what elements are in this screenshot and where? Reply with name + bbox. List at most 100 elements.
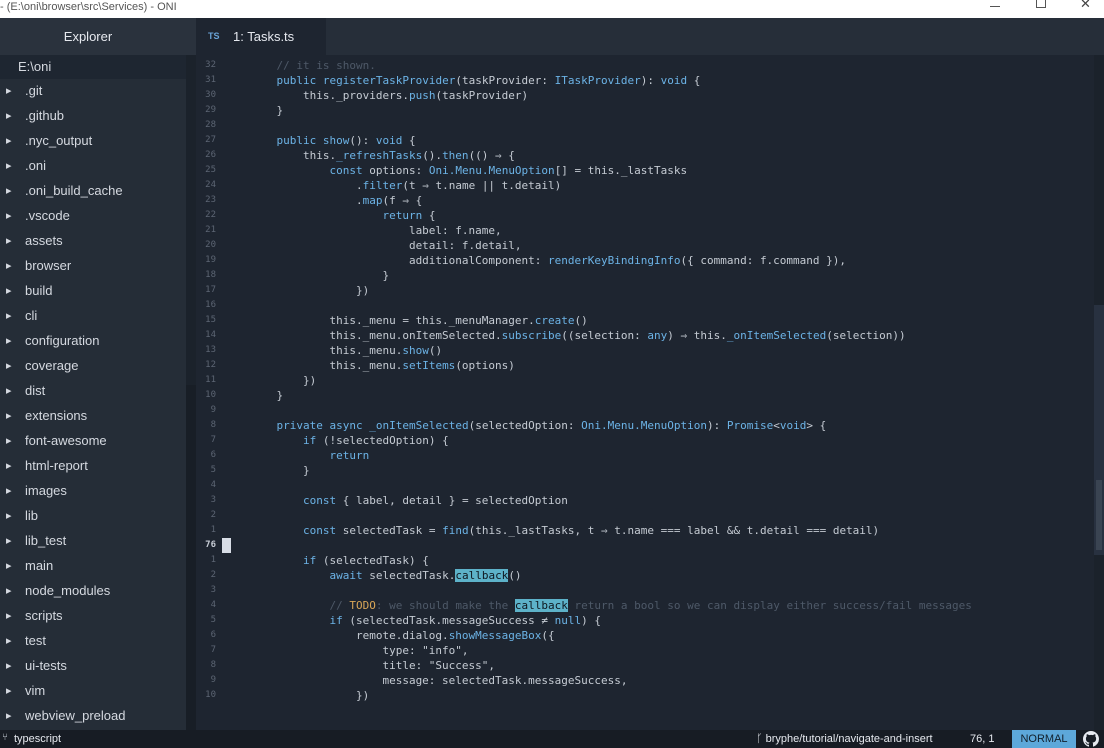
code-line[interactable]: 29 } (196, 103, 1094, 118)
explorer-sidebar: Explorer E:\oni ▸ .git ▸ .github ▸ .nyc_outpu… (0, 18, 196, 730)
code-line[interactable]: 24 .filter(t ⇒ t.name || t.detail) (196, 178, 1094, 193)
folder-item[interactable]: ▸ images (0, 479, 186, 504)
folder-label: .git (25, 83, 43, 98)
minimize-button[interactable] (972, 0, 1018, 18)
code-line[interactable]: 5 if (selectedTask.messageSuccess ≠ null… (196, 613, 1094, 628)
code-line[interactable]: 30 this._providers.push(taskProvider) (196, 88, 1094, 103)
tree-root-item[interactable]: E:\oni (0, 55, 186, 79)
code-line[interactable]: 6 remote.dialog.showMessageBox({ (196, 628, 1094, 643)
sidebar-scrollbar[interactable] (186, 55, 196, 730)
code-line[interactable]: 28 (196, 118, 1094, 133)
code-line[interactable]: 17 }) (196, 283, 1094, 298)
chevron-right-icon: ▸ (6, 109, 12, 122)
code-text: }) (250, 374, 317, 387)
folder-item[interactable]: ▸ .oni_build_cache (0, 179, 186, 204)
folder-item[interactable]: ▸ webview_preload (0, 704, 186, 729)
folder-item[interactable]: ▸ cli (0, 304, 186, 329)
code-line[interactable]: 12 this._menu.setItems(options) (196, 358, 1094, 373)
line-number: 8 (210, 660, 216, 670)
line-number: 9 (210, 675, 216, 685)
folder-item[interactable]: ▸ test (0, 629, 186, 654)
code-line[interactable]: 2 await selectedTask.callback() (196, 568, 1094, 583)
cursor-position: 76, 1 (970, 733, 995, 745)
code-line[interactable]: 13 this._menu.show() (196, 343, 1094, 358)
folder-item[interactable]: ▸ lib_test (0, 529, 186, 554)
folder-item[interactable]: ▸ coverage (0, 354, 186, 379)
code-line[interactable]: 27 public show(): void { (196, 133, 1094, 148)
folder-label: node_modules (25, 583, 111, 598)
code-line[interactable]: 19 additionalComponent: renderKeyBinding… (196, 253, 1094, 268)
close-button[interactable]: ✕ (1064, 0, 1104, 18)
code-line[interactable]: 14 this._menu.onItemSelected.subscribe((… (196, 328, 1094, 343)
folder-item[interactable]: ▸ dist (0, 379, 186, 404)
current-code-line[interactable]: 76 (196, 538, 1094, 553)
folder-item[interactable]: ▸ .nyc_output (0, 129, 186, 154)
folder-item[interactable]: ▸ build (0, 279, 186, 304)
code-line[interactable]: 23 .map(f ⇒ { (196, 193, 1094, 208)
editor-scrollbar[interactable] (1094, 55, 1104, 730)
code-line[interactable]: 1 const selectedTask = find(this._lastTa… (196, 523, 1094, 538)
folder-item[interactable]: ▸ lib (0, 504, 186, 529)
chevron-right-icon: ▸ (6, 659, 12, 672)
code-text: this._menu.onItemSelected.subscribe((sel… (250, 329, 906, 342)
code-line[interactable]: 7 type: "info", (196, 643, 1094, 658)
folder-label: cli (25, 308, 38, 323)
folder-item[interactable]: ▸ main (0, 554, 186, 579)
code-line[interactable]: 8 private async _onItemSelected(selected… (196, 418, 1094, 433)
line-number: 29 (205, 105, 216, 115)
git-branch-label[interactable]: ᚴ bryphe/tutorial/navigate-and-insert (756, 733, 933, 745)
maximize-button[interactable] (1018, 0, 1064, 18)
code-line[interactable]: 22 return { (196, 208, 1094, 223)
code-line[interactable]: 2 (196, 508, 1094, 523)
code-line[interactable]: 15 this._menu = this._menuManager.create… (196, 313, 1094, 328)
code-line[interactable]: 9 message: selectedTask.messageSuccess, (196, 673, 1094, 688)
folder-item[interactable]: ▸ vim (0, 679, 186, 704)
chevron-right-icon: ▸ (6, 559, 12, 572)
code-line[interactable]: 21 label: f.name, (196, 223, 1094, 238)
folder-item[interactable]: ▸ browser (0, 254, 186, 279)
tab-tasks-ts[interactable]: TS 1: Tasks.ts (196, 18, 326, 55)
folder-item[interactable]: ▸ font-awesome (0, 429, 186, 454)
folder-item[interactable]: ▸ html-report (0, 454, 186, 479)
code-line[interactable]: 6 return (196, 448, 1094, 463)
code-line[interactable]: 7 if (!selectedOption) { (196, 433, 1094, 448)
sidebar-scrollbar-thumb[interactable] (186, 385, 196, 730)
code-line[interactable]: 31 public registerTaskProvider(taskProvi… (196, 73, 1094, 88)
folder-item[interactable]: ▸ scripts (0, 604, 186, 629)
title-bar: - (E:\oni\browser\src\Services) - ONI ✕ (0, 0, 1104, 18)
github-icon[interactable] (1083, 731, 1099, 747)
folder-item[interactable]: ▸ node_modules (0, 579, 186, 604)
code-line[interactable]: 3 const { label, detail } = selectedOpti… (196, 493, 1094, 508)
chevron-right-icon: ▸ (6, 334, 12, 347)
folder-item[interactable]: ▸ configuration (0, 329, 186, 354)
code-editor[interactable]: 32 // it is shown. 31 public registerTask… (196, 55, 1104, 730)
code-line[interactable]: 3 (196, 583, 1094, 598)
code-line[interactable]: 9 (196, 403, 1094, 418)
code-line[interactable]: 10 }) (196, 688, 1094, 703)
folder-item[interactable]: ▸ .oni (0, 154, 186, 179)
folder-item[interactable]: ▸ assets (0, 229, 186, 254)
folder-item[interactable]: ▸ ui-tests (0, 654, 186, 679)
folder-item[interactable]: ▸ .git (0, 79, 186, 104)
git-branch-icon: ᚴ (756, 733, 766, 745)
code-line[interactable]: 1 if (selectedTask) { (196, 553, 1094, 568)
code-line[interactable]: 16 (196, 298, 1094, 313)
code-line[interactable]: 18 } (196, 268, 1094, 283)
code-line[interactable]: 20 detail: f.detail, (196, 238, 1094, 253)
code-line[interactable]: 10 } (196, 388, 1094, 403)
code-line[interactable]: 5 } (196, 463, 1094, 478)
code-line[interactable]: 4 (196, 478, 1094, 493)
code-line[interactable]: 4 // TODO: we should make the callback r… (196, 598, 1094, 613)
line-number: 1 (210, 525, 216, 535)
folder-item[interactable]: ▸ .github (0, 104, 186, 129)
folder-label: images (25, 483, 67, 498)
folder-item[interactable]: ▸ extensions (0, 404, 186, 429)
line-number: 7 (210, 645, 216, 655)
folder-item[interactable]: ▸ .vscode (0, 204, 186, 229)
code-line[interactable]: 8 title: "Success", (196, 658, 1094, 673)
code-line[interactable]: 25 const options: Oni.Menu.MenuOption[] … (196, 163, 1094, 178)
code-text: } (250, 104, 284, 117)
code-line[interactable]: 26 this._refreshTasks().then(() ⇒ { (196, 148, 1094, 163)
code-line[interactable]: 11 }) (196, 373, 1094, 388)
code-line[interactable]: 32 // it is shown. (196, 58, 1094, 73)
